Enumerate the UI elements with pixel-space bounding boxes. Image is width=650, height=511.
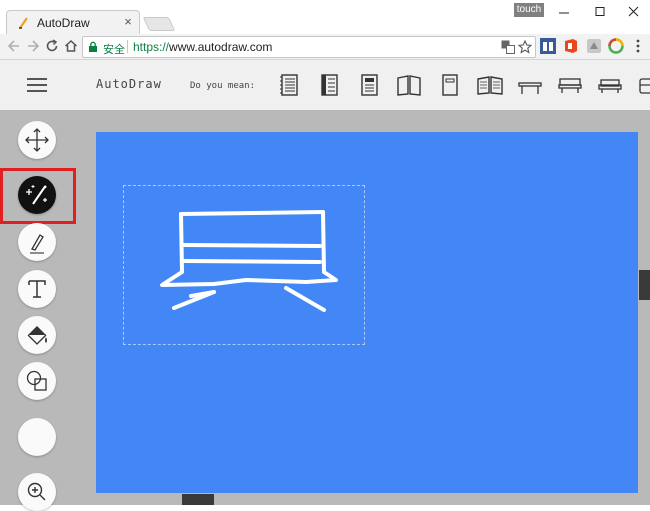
- hamburger-menu-icon[interactable]: [27, 77, 47, 93]
- fill-icon: [27, 326, 47, 345]
- zoom-tool-button[interactable]: [18, 473, 56, 511]
- more-menu-icon[interactable]: [630, 38, 646, 54]
- url-host: www.autodraw.com: [169, 40, 273, 54]
- suggestion-notebook-icon[interactable]: [277, 73, 303, 97]
- address-bar[interactable]: 安全 https://www.autodraw.com: [82, 36, 536, 58]
- window-close-icon[interactable]: [623, 5, 645, 19]
- gray-extension-icon[interactable]: [586, 38, 602, 54]
- text-icon: [28, 280, 46, 298]
- tab-close-icon[interactable]: ×: [121, 14, 135, 30]
- fill-tool-button[interactable]: [18, 316, 56, 354]
- move-tool-button[interactable]: [18, 121, 56, 159]
- move-icon: [25, 128, 49, 152]
- suggestion-bench-icon[interactable]: [557, 73, 583, 97]
- horizontal-scrollbar-thumb[interactable]: [182, 494, 214, 505]
- reload-icon[interactable]: [44, 38, 60, 54]
- suggestion-sofa-icon[interactable]: [597, 73, 623, 97]
- office-extension-icon[interactable]: [563, 38, 579, 54]
- suggestion-book-icon[interactable]: [437, 73, 463, 97]
- browser-tab[interactable]: AutoDraw ×: [6, 10, 140, 35]
- url-text: https://www.autodraw.com: [133, 40, 272, 54]
- back-icon[interactable]: [6, 38, 22, 54]
- color-swatch[interactable]: [18, 418, 56, 456]
- maximize-icon[interactable]: [589, 5, 611, 19]
- suggestions-label: Do you mean:: [190, 81, 256, 91]
- tab-title: AutoDraw: [37, 16, 90, 30]
- profile-badge[interactable]: touch: [514, 3, 544, 17]
- sync-extension-icon[interactable]: [608, 38, 624, 54]
- suggestion-notebook-icon[interactable]: [357, 73, 383, 97]
- new-tab-button[interactable]: [142, 17, 176, 31]
- suggestion-open-book-icon[interactable]: [396, 73, 422, 97]
- suggestion-partial-icon[interactable]: [636, 73, 650, 97]
- lock-icon: [89, 41, 97, 52]
- forward-icon[interactable]: [25, 38, 41, 54]
- sketch-drawing: [160, 210, 338, 312]
- home-icon[interactable]: [63, 38, 79, 54]
- autodraw-favicon-icon: [19, 17, 28, 29]
- workspace: [0, 110, 650, 511]
- browser-toolbar: 安全 https://www.autodraw.com: [0, 34, 650, 60]
- suggestion-table-icon[interactable]: [517, 73, 543, 97]
- translate-icon[interactable]: [501, 40, 515, 54]
- suggestion-notebook-icon[interactable]: [317, 73, 343, 97]
- shape-icon: [26, 370, 47, 391]
- url-separator: [127, 40, 128, 53]
- drawing-canvas[interactable]: [96, 132, 638, 493]
- secure-label: 安全: [103, 44, 125, 56]
- url-scheme: https://: [133, 40, 170, 54]
- minimize-icon[interactable]: [553, 5, 575, 19]
- pencil-icon: [30, 234, 44, 254]
- app-header: AutoDraw Do you mean:: [0, 60, 650, 110]
- vertical-scrollbar-thumb[interactable]: [639, 270, 650, 300]
- suggestion-open-book-icon[interactable]: [477, 73, 503, 97]
- shape-tool-button[interactable]: [18, 362, 56, 400]
- bookmark-star-icon[interactable]: [518, 40, 532, 54]
- draw-tool-button[interactable]: [18, 223, 56, 261]
- window-titlebar: AutoDraw × touch: [0, 0, 650, 35]
- highlight-annotation: [0, 168, 76, 224]
- zoom-icon: [27, 482, 46, 501]
- facebook-extension-icon[interactable]: [540, 38, 556, 54]
- type-tool-button[interactable]: [18, 270, 56, 308]
- app-title: AutoDraw: [96, 77, 162, 91]
